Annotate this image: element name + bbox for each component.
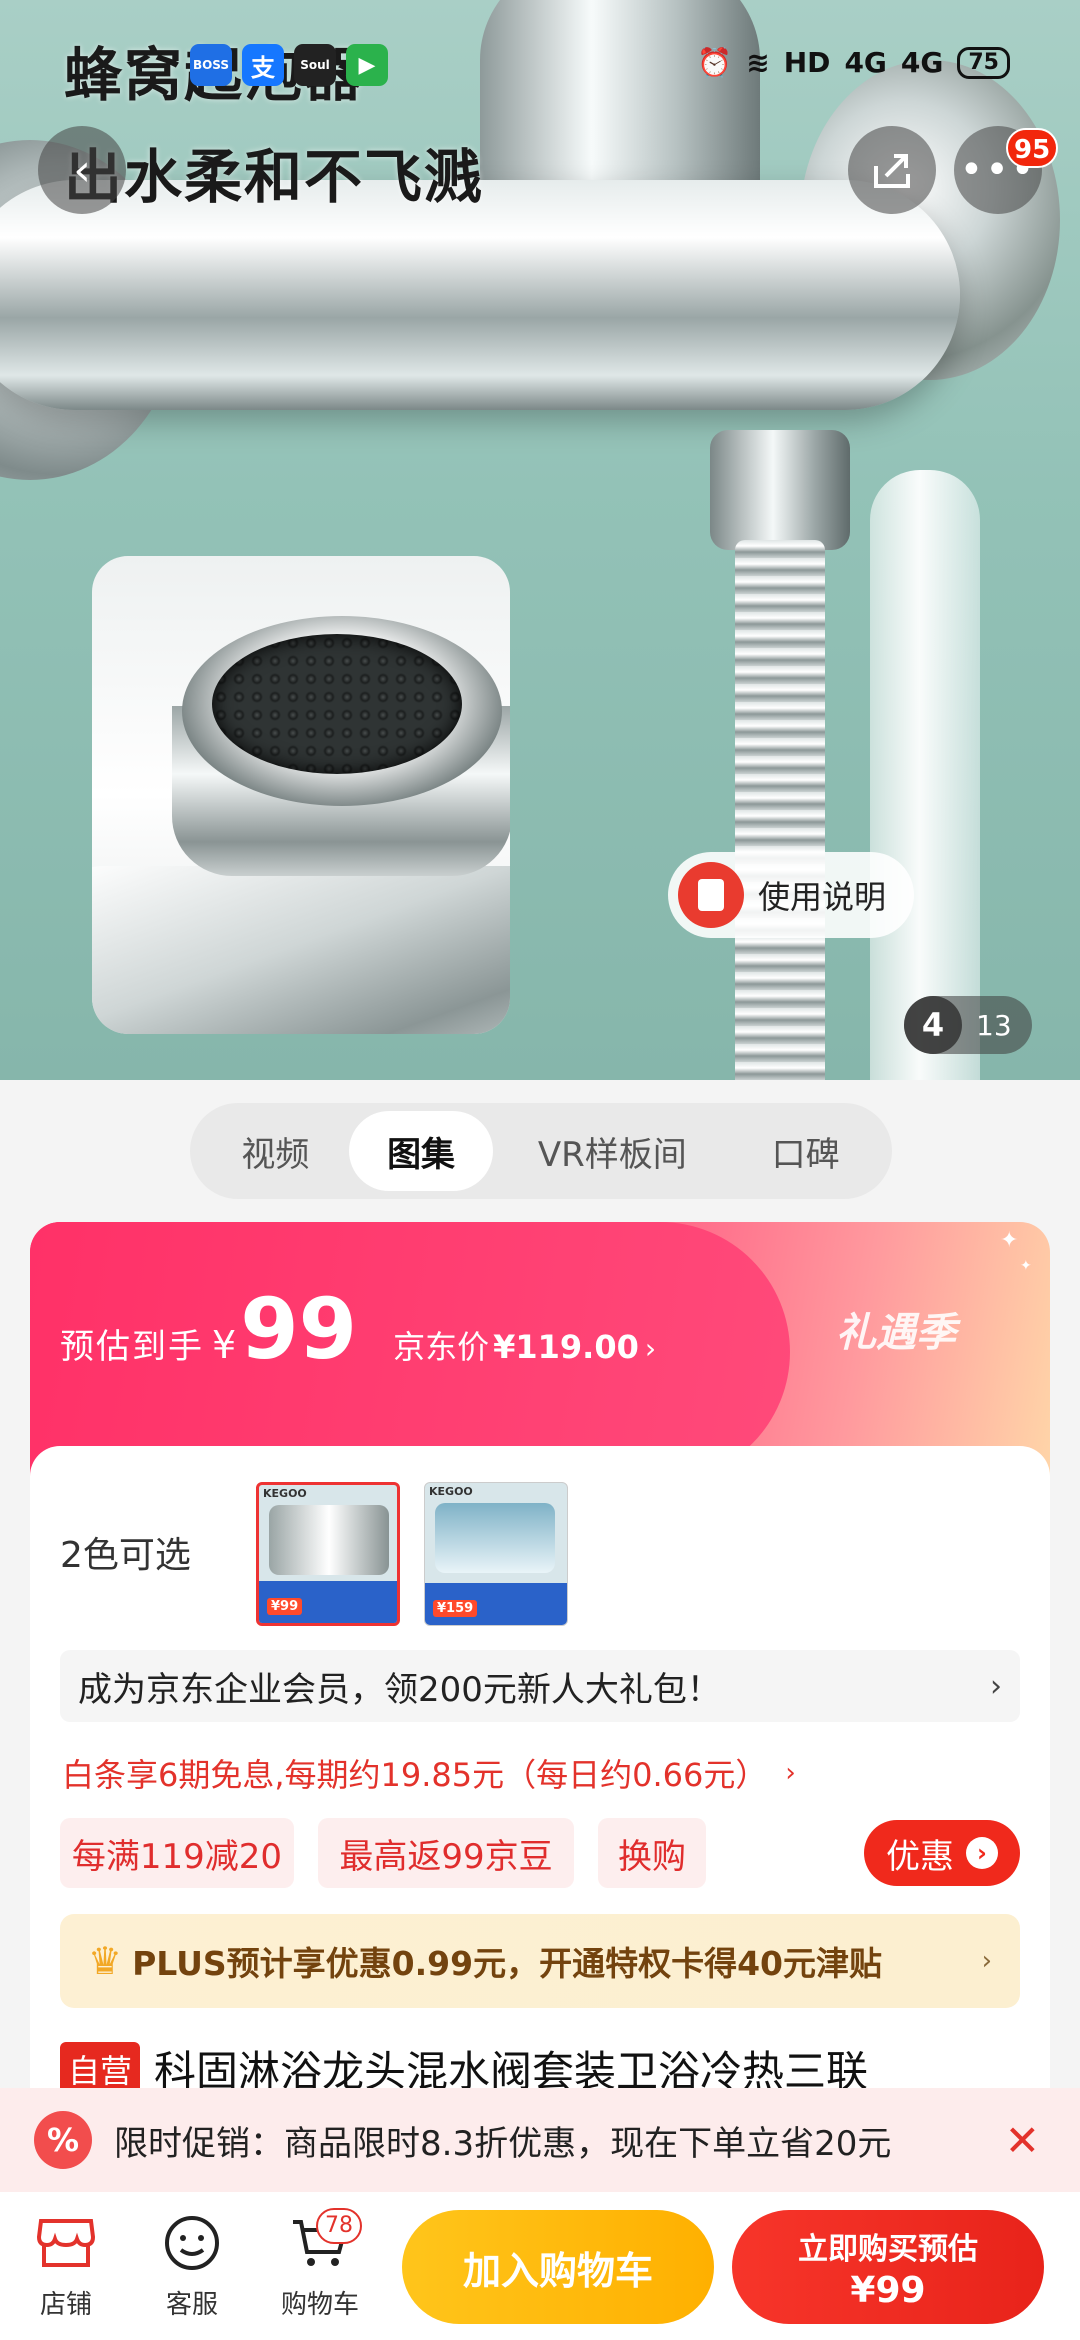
message-badge: 95	[1006, 128, 1059, 168]
water-stream-photo	[870, 470, 980, 1080]
plus-membership-banner[interactable]: ♛ PLUS预计享优惠0.99元，开通特权卡得40元津贴 ›	[60, 1914, 1020, 2008]
product-detail-page: 蜂窝起泡器 出水柔和不飞溅 BOSS 支 Soul ▶ ⏰ ≋ HD 4G 4G…	[0, 0, 1080, 2340]
tab-vr-room[interactable]: VR样板间	[493, 1111, 731, 1191]
chevron-right-icon: ›	[644, 1332, 657, 1365]
signal-icon: 4G	[900, 46, 944, 79]
discount-button[interactable]: 优惠 ›	[864, 1820, 1020, 1886]
estimated-price: 99	[240, 1280, 358, 1378]
price-row[interactable]: 预估到手 ¥ 99 京东价 ¥119.00 ›	[30, 1280, 656, 1378]
enterprise-member-banner[interactable]: 成为京东企业会员，领200元新人大礼包！ ›	[60, 1650, 1020, 1722]
tab-reviews[interactable]: 口碑	[731, 1111, 880, 1191]
variant-thumbnail[interactable]: KEGOO ¥99	[256, 1482, 400, 1626]
aerator-closeup-photo	[92, 556, 510, 1034]
sparkle-icon: ✦	[1020, 1258, 1032, 1274]
chevron-right-icon: ›	[966, 1837, 998, 1869]
cart-label: 购物车	[280, 2290, 359, 2320]
tab-gallery[interactable]: 图集	[348, 1111, 494, 1191]
wifi-icon: ≋	[746, 46, 770, 79]
shower-hose-photo	[735, 540, 825, 1080]
chevron-left-icon: ‹	[73, 144, 91, 196]
signal-icon: 4G	[844, 46, 887, 79]
store-button[interactable]: 店铺	[16, 2212, 116, 2321]
chevron-right-icon: ›	[981, 1946, 992, 1976]
currency-symbol: ¥	[212, 1323, 237, 1367]
current-image-index: 4	[904, 996, 962, 1054]
promo-chip-exchange[interactable]: 换购	[598, 1818, 706, 1888]
variant-count-label: 2色可选	[60, 1535, 191, 1576]
close-icon[interactable]: ✕	[1005, 2116, 1040, 2165]
buy-now-label: 立即购买预估	[798, 2231, 978, 2267]
hd-indicator: HD	[783, 46, 831, 79]
manual-label: 使用说明	[758, 878, 887, 916]
chevron-right-icon: ›	[990, 1668, 1002, 1704]
variant-thumbnail[interactable]: KEGOO ¥159	[424, 1482, 568, 1626]
campaign-logo: 礼遇季	[836, 1310, 956, 1356]
chevron-right-icon: ›	[785, 1758, 796, 1788]
estimated-price-label: 预估到手	[60, 1327, 204, 1367]
crown-icon: ♛	[88, 1939, 123, 1983]
store-icon	[36, 2219, 96, 2267]
system-status: ⏰ ≋ HD 4G 4G 75	[697, 46, 1010, 79]
buy-now-button[interactable]: 立即购买预估 ¥99	[732, 2210, 1044, 2324]
discount-percent-icon: %	[34, 2111, 92, 2169]
share-button[interactable]	[848, 126, 936, 214]
faucet-photo-part	[0, 180, 960, 410]
promo-chip-jd-beans[interactable]: 最高返99京豆	[318, 1818, 574, 1888]
status-bar: BOSS 支 Soul ▶ ⏰ ≋ HD 4G 4G 75	[0, 0, 1080, 120]
installment-text: 白条享6期免息,每期约19.85元（每日约0.66元）	[62, 1756, 768, 1794]
alipay-icon: 支	[242, 44, 284, 86]
user-manual-button[interactable]: 使用说明	[668, 852, 914, 938]
member-banner-text: 成为京东企业会员，领200元新人大礼包！	[78, 1669, 721, 1710]
flash-sale-banner[interactable]: % 限时促销：商品限时8.3折优惠，现在下单立省20元 ✕	[0, 2088, 1080, 2192]
image-counter: 4 13	[904, 996, 1032, 1054]
media-tabs: 视频 图集 VR样板间 口碑	[190, 1103, 892, 1199]
share-icon	[874, 154, 910, 188]
tab-video[interactable]: 视频	[202, 1111, 349, 1191]
hero-subheadline: 出水柔和不飞溅	[64, 143, 485, 211]
sparkle-icon: ✦	[1000, 1228, 1019, 1253]
cart-count-badge: 78	[316, 2208, 362, 2244]
video-app-icon: ▶	[346, 44, 388, 86]
jd-price: ¥119.00	[493, 1328, 639, 1366]
total-images: 13	[976, 1008, 1012, 1042]
boss-app-icon: BOSS	[190, 44, 232, 86]
promo-chip-full-reduction[interactable]: 每满119减20	[60, 1818, 294, 1888]
flash-sale-text: 限时促销：商品限时8.3折优惠，现在下单立省20元	[114, 2123, 892, 2164]
buy-now-price: ¥99	[850, 2269, 926, 2311]
customer-service-button[interactable]: 客服	[142, 2212, 242, 2321]
customer-service-label: 客服	[165, 2290, 218, 2320]
notification-app-icons: BOSS 支 Soul ▶	[190, 44, 388, 86]
alarm-icon: ⏰	[697, 46, 733, 79]
customer-service-icon	[165, 2216, 219, 2270]
back-button[interactable]: ‹	[38, 126, 126, 214]
discount-label: 优惠	[886, 1836, 954, 1877]
jd-price-label: 京东价	[393, 1328, 490, 1366]
installment-info[interactable]: 白条享6期免息,每期约19.85元（每日约0.66元） ›	[62, 1750, 796, 1796]
manual-icon	[678, 862, 744, 928]
soul-app-icon: Soul	[294, 44, 336, 86]
plus-banner-text: PLUS预计享优惠0.99元，开通特权卡得40元津贴	[132, 1944, 883, 1983]
faucet-photo-part	[710, 430, 850, 550]
store-label: 店铺	[39, 2290, 92, 2320]
add-to-cart-button[interactable]: 加入购物车	[402, 2210, 714, 2324]
battery-icon: 75	[957, 46, 1010, 79]
